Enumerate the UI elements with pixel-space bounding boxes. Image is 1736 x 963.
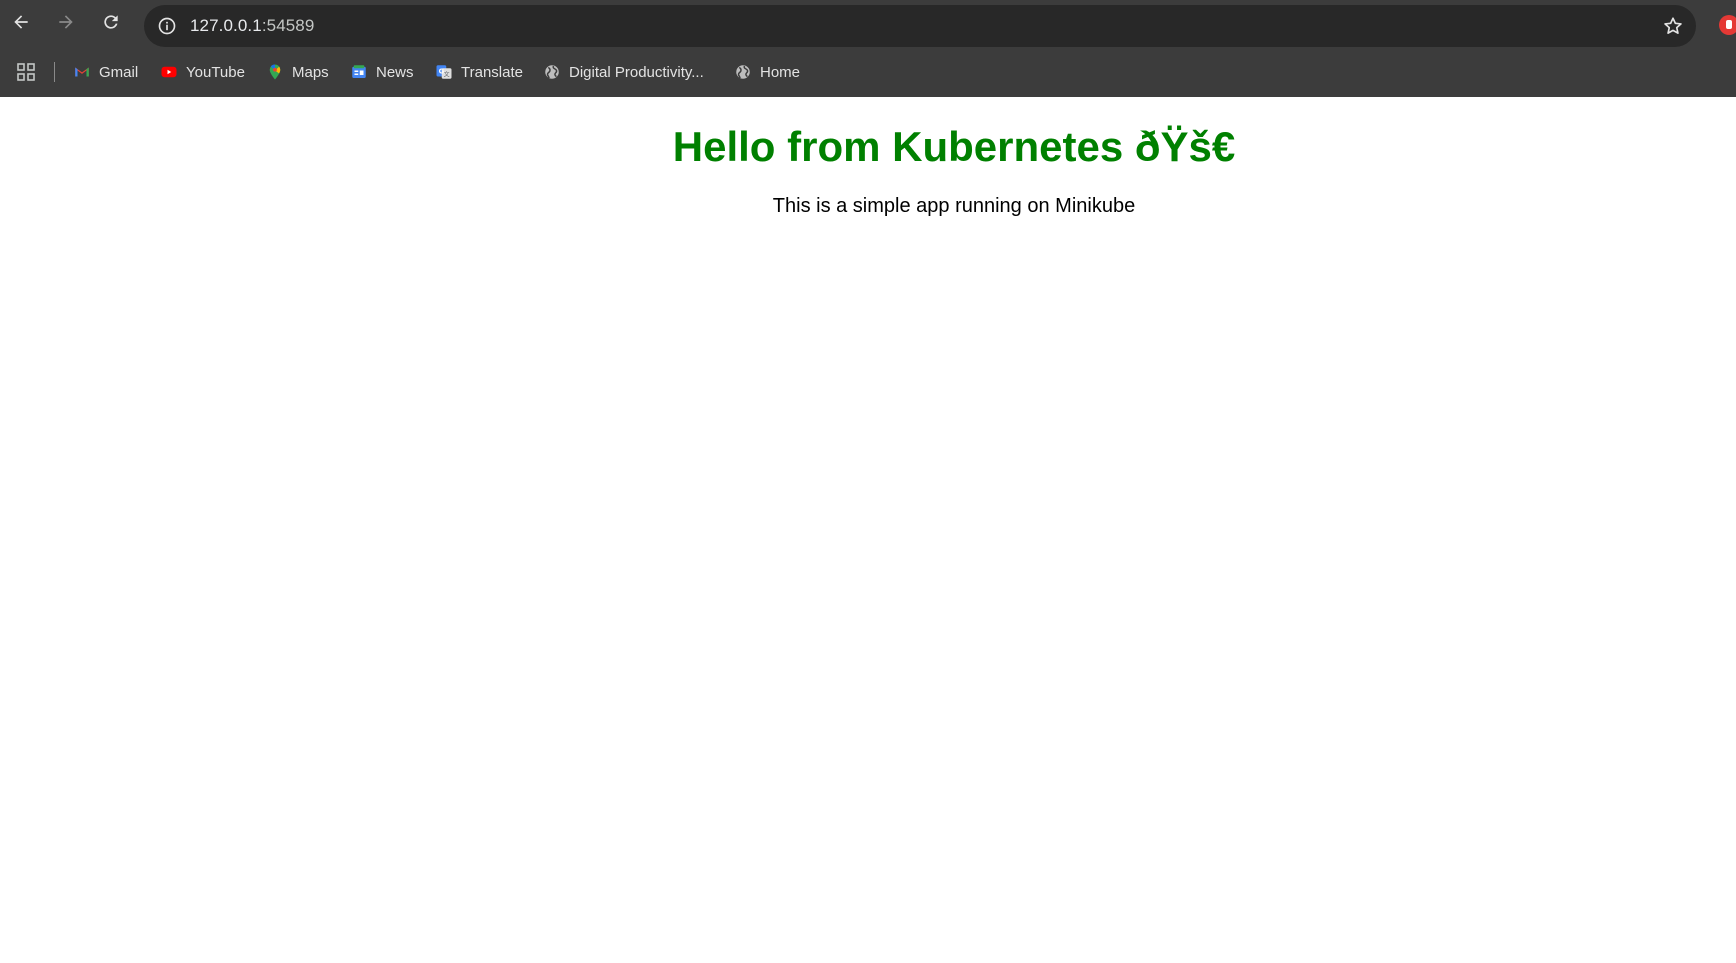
bookmark-label: YouTube (186, 63, 245, 81)
bookmark-label: Translate (461, 63, 523, 81)
bookmarks-divider (54, 62, 55, 82)
reload-button[interactable] (97, 8, 125, 36)
url-text[interactable]: 127.0.0.1:54589 (190, 16, 314, 36)
page-heading: Hello from Kubernetes ðŸš€ (672, 123, 1236, 170)
page-content: Hello from Kubernetes ðŸš€ This is a sim… (0, 97, 1736, 963)
youtube-icon (160, 63, 178, 81)
url-port: :54589 (261, 16, 315, 35)
bookmark-label: Home (760, 63, 801, 81)
extension-icon[interactable] (1718, 14, 1736, 36)
bookmark-maps[interactable]: Maps (266, 59, 329, 85)
apps-button[interactable] (14, 61, 38, 83)
bookmark-gmail[interactable]: Gmail (73, 59, 138, 85)
site-info-button[interactable] (154, 13, 180, 39)
back-button[interactable] (7, 8, 35, 36)
globe-icon (734, 63, 752, 81)
browser-toolbar: 127.0.0.1:54589 (0, 0, 1736, 52)
bookmark-label: Maps (292, 63, 329, 81)
page-subtitle: This is a simple app running on Minikube (772, 195, 1136, 217)
bookmark-label: Digital Productivity... (569, 63, 704, 81)
browser-chrome: 127.0.0.1:54589 Gmail YouTube Maps News … (0, 0, 1736, 97)
gmail-icon (73, 63, 91, 81)
bookmark-home[interactable]: Home (734, 59, 800, 85)
apps-grid-icon (17, 63, 35, 81)
bookmark-news[interactable]: News (350, 59, 414, 85)
address-bar[interactable]: 127.0.0.1:54589 (144, 5, 1696, 47)
bookmarks-bar: Gmail YouTube Maps News G 文 Translate Di… (0, 54, 1736, 90)
bookmark-label: News (376, 63, 414, 81)
forward-button[interactable] (52, 8, 80, 36)
info-icon (158, 17, 176, 35)
bookmark-digital-productivity[interactable]: Digital Productivity... (543, 59, 704, 85)
news-icon (350, 63, 368, 81)
reload-icon (104, 15, 118, 29)
url-host: 127.0.0.1 (190, 16, 262, 35)
bookmark-star-button[interactable] (1660, 13, 1686, 39)
arrow-right-icon (59, 15, 73, 29)
bookmark-label: Gmail (99, 63, 139, 81)
bookmark-translate[interactable]: G 文 Translate (435, 59, 523, 85)
translate-icon: G 文 (435, 63, 453, 81)
arrow-left-icon (14, 15, 28, 29)
svg-text:文: 文 (444, 71, 450, 79)
globe-icon (543, 63, 561, 81)
maps-icon (266, 63, 284, 81)
stop-sign-icon (1719, 15, 1736, 35)
bookmark-youtube[interactable]: YouTube (160, 59, 245, 85)
star-icon (1664, 17, 1682, 34)
